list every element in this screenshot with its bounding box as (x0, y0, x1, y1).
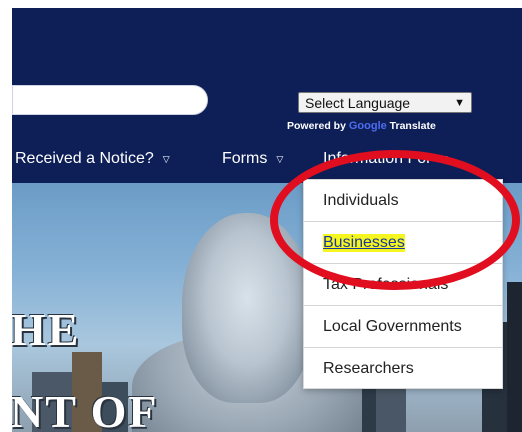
lincoln-statue-head (182, 213, 312, 403)
nav-item-label: Received a Notice? (15, 150, 154, 167)
nav-item-label: Information For (323, 150, 432, 167)
dropdown-item-researchers[interactable]: Researchers (304, 348, 502, 390)
dropdown-item-label: Local Governments (323, 317, 462, 335)
nav-item-received-a-notice[interactable]: Received a Notice? ▽ (15, 150, 170, 168)
chevron-down-icon: ▼ (454, 96, 465, 109)
search-input[interactable] (12, 85, 208, 115)
dropdown-item-individuals[interactable]: Individuals (304, 180, 502, 222)
language-select-value: Select Language (305, 94, 411, 111)
hero-title-line1: HE (12, 304, 81, 355)
nav-item-label: Forms (222, 150, 268, 167)
dropdown-item-label: Businesses (323, 233, 405, 252)
powered-by-google-translate: Powered by Google Translate (287, 120, 436, 132)
nav-item-information-for[interactable]: Information For ▽ (323, 150, 447, 168)
triangle-down-icon: ▽ (162, 153, 170, 164)
skyline-building (507, 282, 522, 432)
dropdown-item-label: Researchers (323, 360, 414, 377)
site-header: Select Language ▼ Powered by Google Tran… (12, 8, 522, 183)
dropdown-item-label: Individuals (323, 191, 399, 209)
triangle-down-icon: ▽ (440, 153, 448, 164)
powered-by-label: Powered by (287, 120, 346, 132)
main-nav: Received a Notice? ▽ Forms ▽ Information… (12, 146, 522, 174)
dropdown-item-businesses[interactable]: Businesses (304, 222, 502, 264)
dropdown-item-tax-professionals[interactable]: Tax Professionals (304, 264, 502, 306)
google-logo-text[interactable]: Google (349, 120, 387, 132)
dropdown-item-label: Tax Professionals (323, 275, 449, 293)
translate-label: Translate (389, 120, 436, 132)
nav-item-forms[interactable]: Forms ▽ (222, 150, 283, 168)
triangle-down-icon: ▽ (276, 153, 284, 164)
information-for-dropdown: Individuals Businesses Tax Professionals… (303, 179, 503, 389)
language-select[interactable]: Select Language ▼ (298, 92, 472, 113)
hero-title-line2: NT OF (12, 386, 159, 432)
dropdown-item-local-governments[interactable]: Local Governments (304, 306, 502, 348)
